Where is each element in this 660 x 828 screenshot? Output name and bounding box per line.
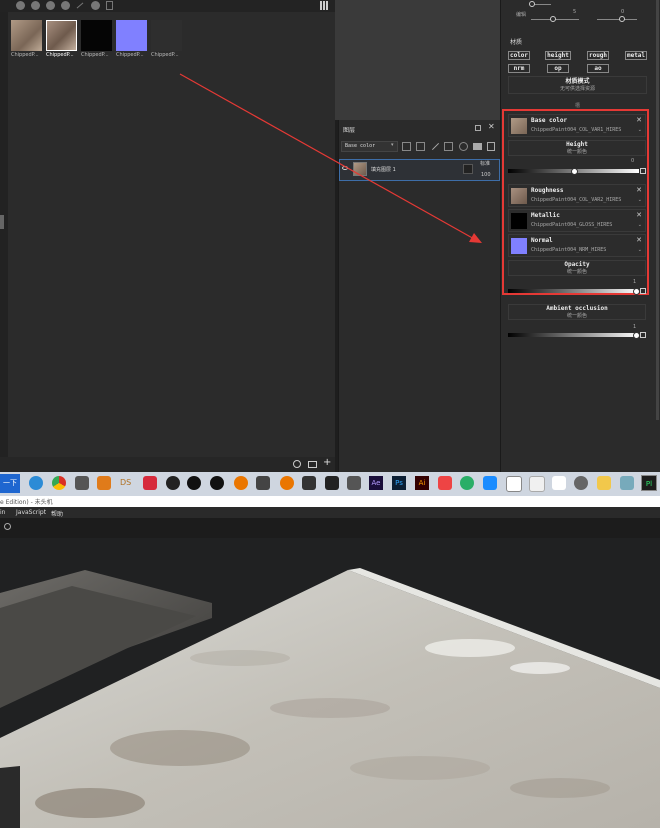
app-icon[interactable] — [347, 476, 361, 490]
browser-titlebar — [0, 496, 660, 507]
ae-label: Ae — [371, 479, 381, 487]
app-icon[interactable] — [143, 476, 157, 490]
app-icon[interactable] — [325, 476, 339, 490]
ps-label: Ps — [395, 479, 403, 487]
app-icon[interactable] — [483, 476, 497, 490]
app-icon[interactable] — [75, 476, 89, 490]
app-icon[interactable] — [552, 476, 566, 490]
ds-icon[interactable]: DS — [120, 478, 131, 487]
history-icon[interactable] — [4, 523, 11, 530]
menu-item[interactable]: in — [0, 509, 5, 516]
viewport-toolbar — [0, 518, 660, 538]
unreal-icon[interactable] — [187, 476, 201, 490]
app-icon[interactable] — [166, 476, 180, 490]
start-button[interactable]: 一下 — [0, 474, 20, 493]
photoshop-icon[interactable]: Ps — [392, 476, 406, 490]
pl-label: Pl — [645, 480, 653, 488]
blender-icon[interactable] — [280, 476, 294, 490]
menu-item[interactable]: 帮助 — [51, 509, 63, 518]
3d-viewport[interactable] — [0, 538, 660, 828]
annotation-arrow — [179, 73, 482, 243]
app-icon[interactable] — [302, 476, 316, 490]
3d-scene — [0, 568, 660, 828]
ai-label: Ai — [418, 479, 426, 487]
menubar — [0, 507, 660, 518]
window-title: e Edition) - 未头机 — [0, 499, 53, 506]
app-icon[interactable] — [256, 476, 270, 490]
start-label: 一下 — [3, 479, 17, 487]
pycharm-icon[interactable]: Pl — [641, 475, 657, 491]
app-icon[interactable] — [529, 476, 545, 492]
after-effects-icon[interactable]: Ae — [369, 476, 383, 490]
app-icon[interactable] — [438, 476, 452, 490]
chrome-icon[interactable] — [52, 476, 66, 490]
illustrator-icon[interactable]: Ai — [415, 476, 429, 490]
wechat-icon[interactable] — [460, 476, 474, 490]
app-icon[interactable] — [506, 476, 522, 492]
folder-icon[interactable] — [597, 476, 611, 490]
unreal-icon[interactable] — [210, 476, 224, 490]
blender-icon[interactable] — [234, 476, 248, 490]
app-icon[interactable] — [97, 476, 111, 490]
app-icon[interactable] — [620, 476, 634, 490]
app-icon[interactable] — [574, 476, 588, 490]
menu-item[interactable]: JavaScript — [16, 509, 46, 516]
edge-icon[interactable] — [29, 476, 43, 490]
